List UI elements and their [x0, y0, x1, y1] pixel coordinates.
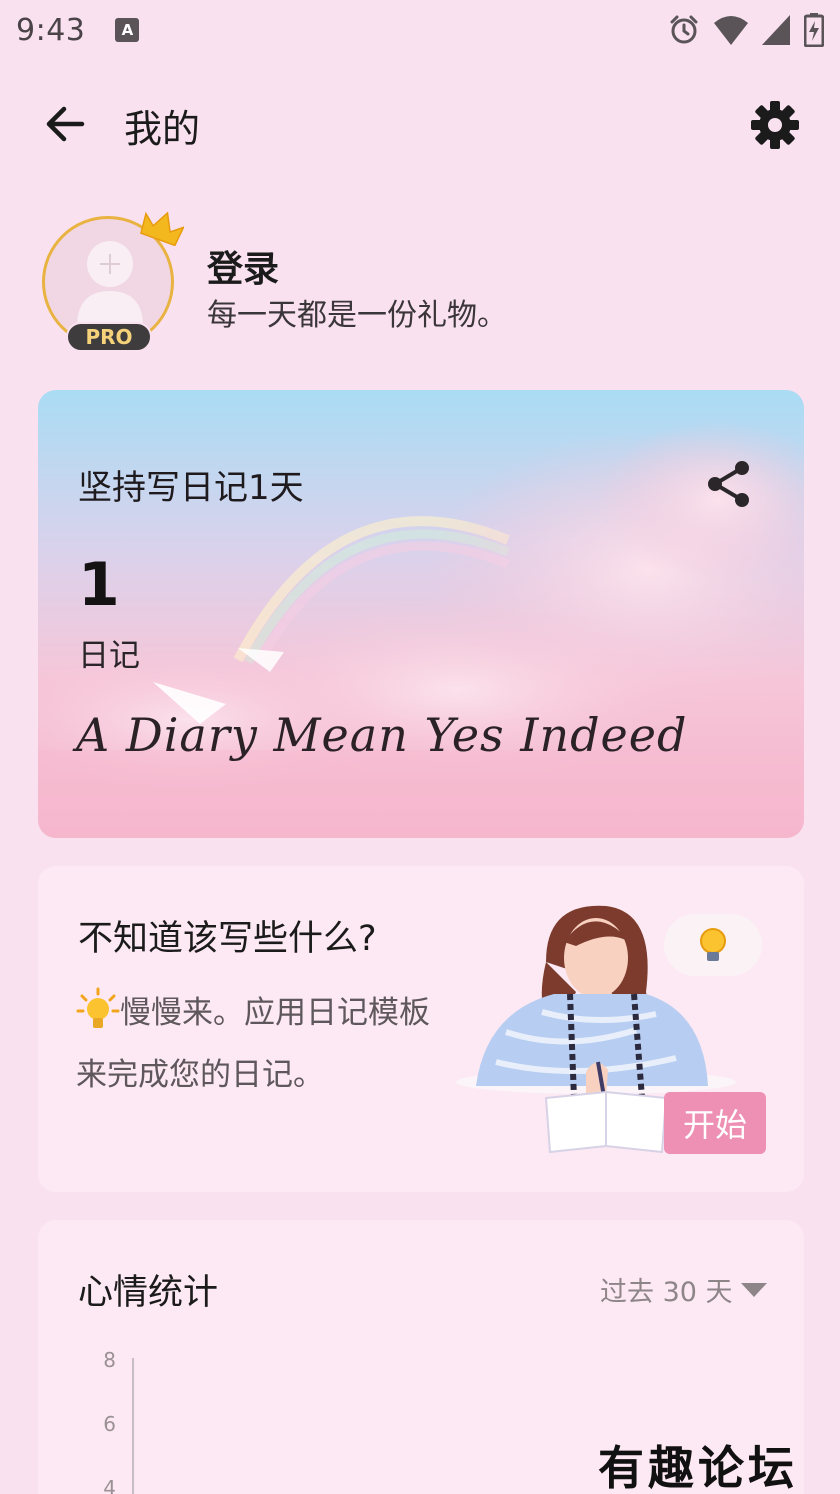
profile-tagline: 每一天都是一份礼物。 [207, 298, 507, 333]
battery-charging-icon [804, 13, 824, 47]
page-title: 我的 [124, 107, 201, 151]
back-button[interactable] [40, 98, 92, 150]
chart-y-axis [132, 1358, 134, 1494]
watermark: 有趣论坛 [598, 1441, 798, 1494]
share-icon[interactable] [704, 458, 754, 510]
y-tick-label: 6 [103, 1412, 116, 1436]
sky-background-image [38, 390, 804, 838]
period-dropdown[interactable]: 过去 30 天 [600, 1270, 767, 1309]
y-tick-label: 8 [103, 1348, 116, 1372]
lightbulb-icon [76, 987, 120, 1028]
start-button[interactable]: 开始 [664, 1092, 766, 1154]
status-bar: 9:43 A [0, 0, 840, 60]
signal-icon [762, 15, 790, 45]
mood-title: 心情统计 [78, 1273, 219, 1313]
pro-badge: PRO [66, 322, 152, 352]
template-prompt-card: 不知道该写些什么? 慢慢来。应用日记模板来完成您的日记。 开始 [38, 866, 804, 1192]
idea-bubble [664, 914, 762, 976]
avatar[interactable]: PRO [42, 211, 184, 354]
streak-title: 坚持写日记1天 [78, 468, 304, 508]
streak-card[interactable]: 坚持写日记1天 1 日记 A Diary Mean Yes Indeed [38, 390, 804, 838]
prompt-body-text: 慢慢来。应用日记模板来完成您的日记。 [76, 995, 430, 1093]
app-bar: 我的 [0, 78, 840, 168]
period-label: 过去 30 天 [600, 1277, 733, 1308]
prompt-title: 不知道该写些什么? [78, 919, 377, 959]
alarm-icon [670, 15, 698, 44]
lightbulb-icon [700, 928, 726, 961]
notification-a-icon: A [115, 18, 140, 42]
crown-icon [140, 211, 184, 246]
prompt-body: 慢慢来。应用日记模板来完成您的日记。 [76, 982, 436, 1106]
login-link[interactable]: 登录 [207, 240, 279, 292]
status-icons [668, 13, 824, 47]
diary-count-label: 日记 [78, 638, 140, 674]
wifi-icon [714, 16, 748, 45]
caret-down-icon [740, 1282, 767, 1297]
diary-count: 1 [78, 550, 120, 620]
banner-script-text: A Diary Mean Yes Indeed [76, 708, 688, 762]
y-tick-label: 4 [103, 1476, 116, 1494]
gear-icon[interactable] [748, 98, 802, 152]
status-time: 9:43 [16, 12, 86, 48]
